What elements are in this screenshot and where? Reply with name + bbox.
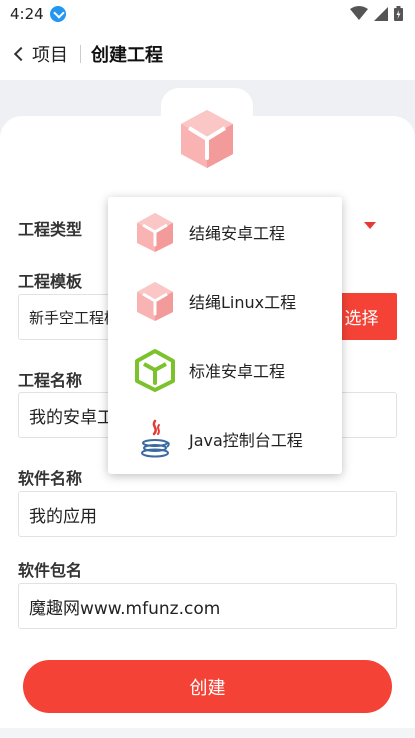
status-icons <box>350 6 403 21</box>
wifi-icon <box>350 6 368 20</box>
project-name-label: 工程名称 <box>18 371 83 390</box>
back-label: 项目 <box>32 45 68 66</box>
dropdown-arrow-icon[interactable] <box>364 222 376 229</box>
project-template-label: 工程模板 <box>18 272 83 291</box>
app-name-label: 软件名称 <box>18 469 83 488</box>
java-coffee-icon <box>141 419 170 457</box>
app-name-input[interactable]: 我的应用 <box>18 491 397 537</box>
bottom-strip <box>0 728 415 738</box>
package-name-label: 软件包名 <box>18 561 83 580</box>
page-title: 创建工程 <box>91 45 163 66</box>
status-bar: 4:24 <box>0 0 415 28</box>
menu-item-label: 结绳Linux工程 <box>189 292 297 312</box>
chevron-left-icon <box>13 46 29 62</box>
download-icon <box>49 6 66 22</box>
green-hexagon-cube-icon <box>135 348 175 392</box>
menu-item-label: Java控制台工程 <box>189 430 303 450</box>
menu-item-jieshéng-android[interactable]: 结绳安卓工程 <box>108 197 342 266</box>
menu-item-label: 标准安卓工程 <box>189 361 286 381</box>
project-type-menu: 结绳安卓工程 结绳Linux工程 标准安卓工程 Java控制台工程 <box>108 197 342 474</box>
menu-item-jiesheng-linux[interactable]: 结绳Linux工程 <box>108 266 342 335</box>
project-type-cube-icon[interactable] <box>176 108 238 170</box>
battery-icon <box>394 6 403 21</box>
back-button[interactable]: 项目 <box>12 41 68 67</box>
menu-item-label: 结绳安卓工程 <box>189 223 286 243</box>
package-name-input[interactable]: 魔趣网www.mfunz.com <box>18 583 397 629</box>
pink-cube-icon <box>137 212 173 252</box>
create-button[interactable]: 创建 <box>23 660 392 713</box>
project-type-label: 工程类型 <box>18 220 83 239</box>
menu-item-java-console[interactable]: Java控制台工程 <box>108 404 342 473</box>
app-bar: 项目 创建工程 <box>0 28 415 80</box>
signal-icon <box>374 6 388 21</box>
pink-cube-icon <box>137 281 173 321</box>
divider <box>80 45 81 63</box>
menu-item-standard-android[interactable]: 标准安卓工程 <box>108 335 342 404</box>
status-time: 4:24 <box>10 5 44 23</box>
